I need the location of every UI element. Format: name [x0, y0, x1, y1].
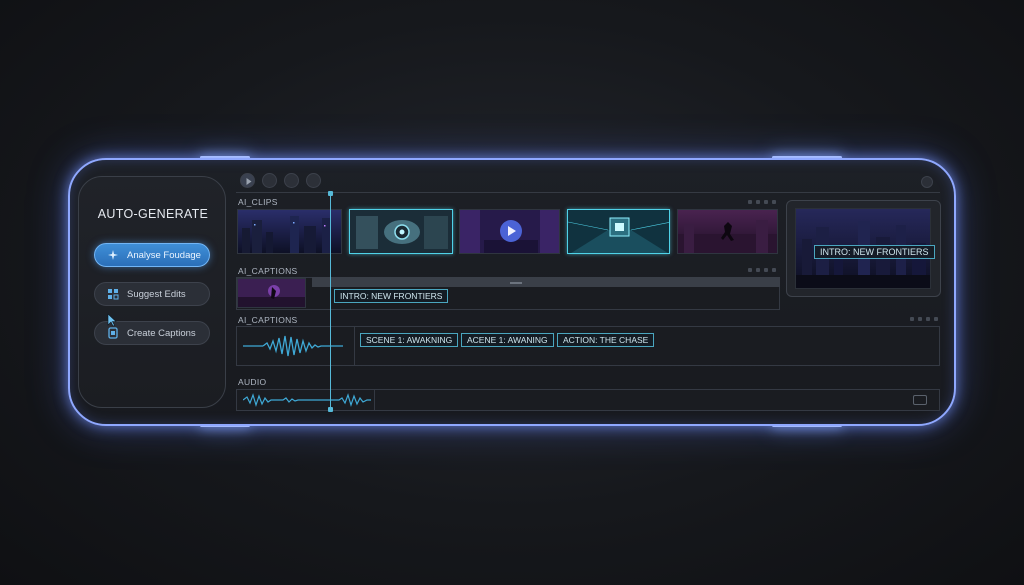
panel-title: AUTO-GENERATE — [97, 207, 209, 221]
divider — [374, 390, 375, 410]
preview-title: INTRO: NEW FRONTIERS — [814, 245, 935, 259]
button-label: Create Captions — [127, 327, 196, 339]
link-button[interactable] — [306, 173, 321, 188]
clips-track-label: AI_CLIPS — [238, 197, 278, 207]
track-options[interactable] — [748, 200, 776, 204]
play-button[interactable] — [240, 173, 255, 188]
analyse-footage-button[interactable]: Analyse Foudage — [94, 243, 210, 267]
grid-button[interactable] — [284, 173, 299, 188]
track-options[interactable] — [748, 268, 776, 272]
cursor-icon — [107, 313, 117, 327]
divider — [354, 327, 355, 365]
clip-thumbnail-selected[interactable] — [349, 209, 453, 254]
playhead-handle[interactable] — [328, 191, 333, 196]
suggest-edits-button[interactable]: Suggest Edits — [94, 282, 210, 306]
caption-scene1[interactable]: SCENE 1: AWAKNING — [360, 333, 459, 347]
clip-thumbnail[interactable] — [237, 209, 342, 254]
settings-button[interactable] — [921, 176, 933, 188]
button-label: Suggest Edits — [127, 288, 186, 300]
record-button[interactable] — [262, 173, 277, 188]
audio-waveform — [243, 393, 371, 407]
audio-track-label: AUDIO — [238, 377, 267, 387]
caption-intro[interactable]: INTRO: NEW FRONTIERS — [334, 289, 449, 303]
track-options[interactable] — [910, 317, 938, 321]
caption-doc-icon — [107, 327, 119, 339]
divider — [236, 192, 940, 193]
captions-track-label: AI_CAPTIONS — [238, 315, 298, 325]
playhead-handle[interactable] — [328, 407, 333, 412]
caption-scene2[interactable]: ACENE 1: AWANING — [461, 333, 554, 347]
app-window: AUTO-GENERATE Analyse Foudage Suggest Ed… — [0, 0, 1024, 585]
play-icon — [246, 178, 252, 185]
clip-thumbnail[interactable] — [459, 209, 560, 254]
audio-waveform — [243, 335, 343, 357]
button-label: Analyse Foudage — [127, 249, 201, 261]
sparkle-icon — [107, 249, 119, 261]
captions-track-label: AI_CAPTIONS — [238, 266, 298, 276]
scrollbar[interactable] — [312, 277, 780, 287]
caption-clip-thumbnail[interactable] — [237, 278, 306, 308]
grid-edit-icon — [107, 288, 119, 300]
scrollbar-handle[interactable] — [510, 282, 522, 284]
clip-thumbnail-selected[interactable] — [567, 209, 670, 254]
caption-action[interactable]: ACTION: THE CHASE — [557, 333, 655, 347]
playhead[interactable] — [330, 193, 331, 410]
auto-generate-panel: AUTO-GENERATE Analyse Foudage Suggest Ed… — [78, 176, 226, 408]
clip-thumbnail[interactable] — [677, 209, 778, 254]
expand-icon[interactable] — [913, 395, 927, 405]
